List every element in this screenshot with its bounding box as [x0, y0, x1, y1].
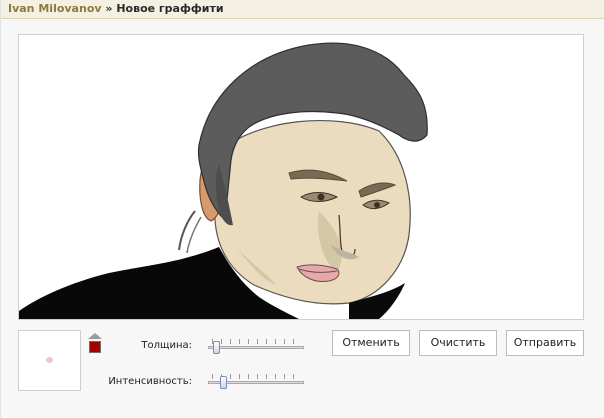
hair-strand — [186, 216, 202, 254]
graffiti-canvas[interactable] — [18, 34, 584, 320]
cancel-button[interactable]: Отменить — [332, 330, 410, 356]
right-pupil — [374, 202, 380, 208]
breadcrumb: Ivan Milovanov » Новое граффити — [8, 2, 224, 16]
palette-toggle-icon[interactable] — [88, 333, 102, 339]
intensity-label: Интенсивность: — [108, 376, 192, 387]
clear-button[interactable]: Очистить — [419, 330, 497, 356]
color-swatch[interactable] — [89, 341, 101, 353]
brush-preview-dot — [46, 357, 53, 363]
slider-ticks — [212, 339, 302, 344]
graffiti-drawing — [19, 42, 428, 319]
header-bar: Ivan Milovanov » Новое граффити — [1, 0, 604, 19]
thickness-slider-thumb[interactable] — [213, 341, 220, 354]
brush-preview — [18, 330, 81, 391]
intensity-slider-thumb[interactable] — [220, 376, 227, 389]
breadcrumb-user-link[interactable]: Ivan Milovanov — [8, 2, 102, 15]
breadcrumb-separator: » — [105, 2, 113, 15]
intensity-slider[interactable] — [208, 374, 304, 392]
page-title: Новое граффити — [116, 2, 224, 15]
send-button[interactable]: Отправить — [506, 330, 584, 356]
left-pupil — [317, 193, 325, 201]
slider-track[interactable] — [208, 346, 304, 349]
thickness-slider[interactable] — [208, 339, 304, 357]
hair-strand — [178, 210, 196, 251]
thickness-label: Толщина: — [141, 340, 192, 351]
